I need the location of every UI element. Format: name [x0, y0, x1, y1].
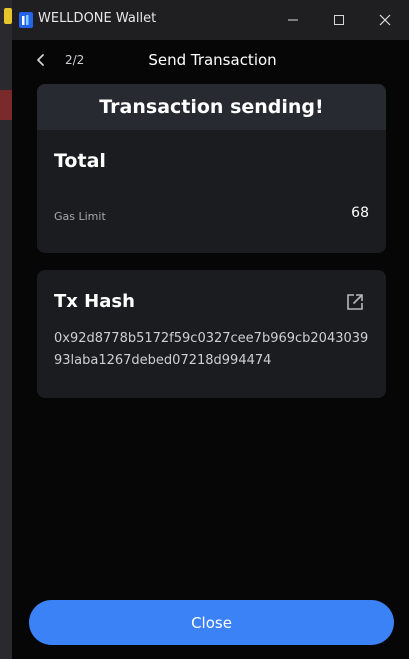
- wallet-window: WELLDONE Wallet 2/2 Send Transaction Tra…: [12, 0, 409, 659]
- maximize-icon: [334, 15, 344, 25]
- tx-hash-label: Tx Hash: [54, 291, 135, 312]
- page-title: Send Transaction: [148, 51, 277, 69]
- close-button[interactable]: Close: [29, 600, 394, 645]
- title-bar: WELLDONE Wallet: [12, 0, 409, 40]
- desktop-background: [0, 0, 12, 659]
- maximize-button[interactable]: [316, 0, 362, 40]
- minimize-button[interactable]: [270, 0, 316, 40]
- window-title: WELLDONE Wallet: [38, 11, 157, 26]
- desktop-window-edge: [0, 90, 12, 120]
- external-link-icon[interactable]: [345, 292, 365, 312]
- tx-hash-card: Tx Hash 0x92d8778b5172f59c0327cee7b969cb…: [37, 270, 386, 398]
- page-header: 2/2 Send Transaction: [12, 40, 409, 80]
- gas-limit-value: 68: [351, 205, 369, 221]
- tx-hash-value: 0x92d8778b5172f59c0327cee7b969cb20430399…: [54, 331, 369, 368]
- close-icon: [379, 14, 391, 26]
- welldone-app-icon: [19, 12, 33, 28]
- window-close-button[interactable]: [362, 0, 408, 40]
- transaction-status-card: Transaction sending! Total Gas Limit 68: [37, 84, 386, 253]
- desktop-app-icon: [4, 8, 12, 24]
- minimize-icon: [288, 19, 298, 21]
- total-label: Total: [54, 150, 106, 172]
- status-banner: Transaction sending!: [37, 84, 386, 130]
- gas-limit-label: Gas Limit: [54, 210, 106, 223]
